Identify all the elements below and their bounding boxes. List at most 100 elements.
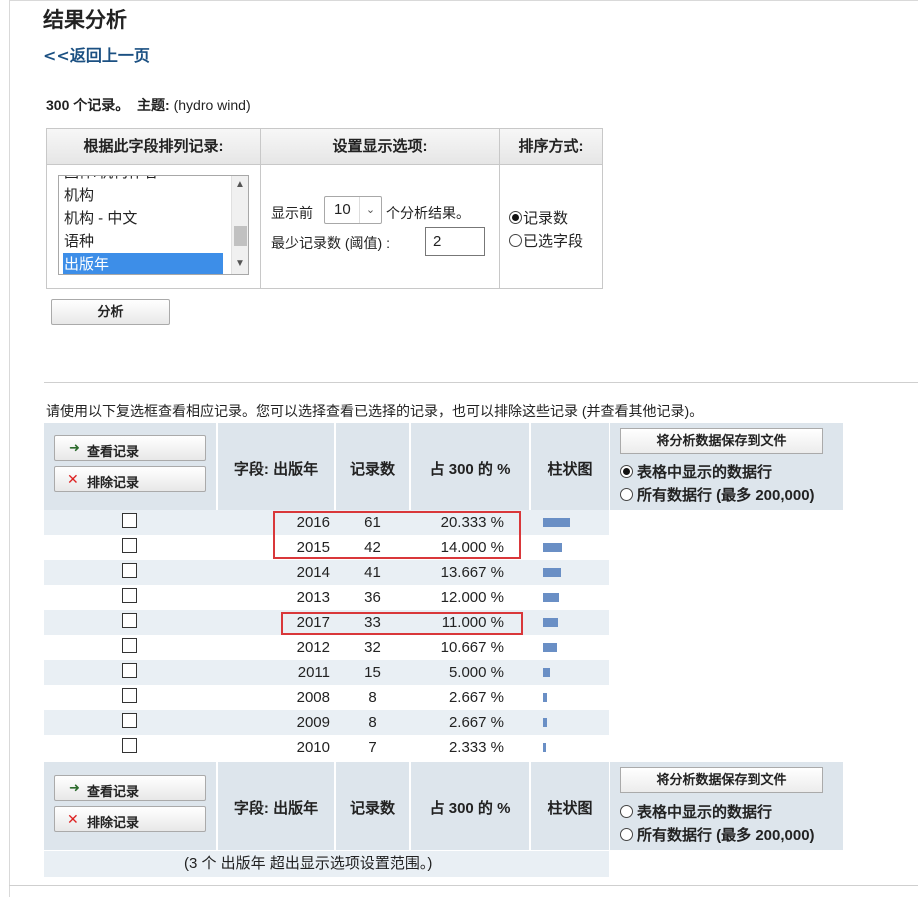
arrow-right-icon: ➜ — [69, 780, 80, 795]
field-option[interactable]: 机构 - 中文 — [63, 207, 223, 230]
bar-mark — [543, 518, 570, 527]
listbox-scrollbar[interactable]: ▲ ▼ — [231, 176, 248, 274]
row-checkbox[interactable] — [122, 563, 137, 578]
topic-label: 主题: — [137, 97, 170, 113]
view-records-label: 查看记录 — [87, 784, 140, 799]
rank-field-header: 根据此字段排列记录: — [47, 129, 260, 165]
exclude-records-label: 排除记录 — [87, 475, 140, 490]
table-row: 2008 8 2.667 % — [44, 685, 609, 710]
percent-cell: 2.667 % — [448, 714, 504, 731]
radio-icon[interactable] — [509, 234, 522, 247]
exclude-records-button[interactable]: ✕ 排除记录 — [54, 466, 206, 492]
field-option-selected[interactable]: 出版年 — [63, 253, 223, 274]
bottom-border — [9, 885, 918, 886]
close-icon: ✕ — [67, 471, 79, 487]
count-column-header: 记录数 — [349, 461, 395, 478]
exclude-records-button[interactable]: ✕ 排除记录 — [54, 806, 206, 832]
save-all-rows-option[interactable]: 所有数据行 (最多 200,000) — [620, 824, 815, 845]
year-cell: 2008 — [296, 689, 330, 706]
sort-by-field-label: 已选字段 — [523, 233, 584, 250]
bar-mark — [543, 618, 558, 627]
sort-by-count-option[interactable]: 记录数 — [509, 207, 568, 228]
save-all-rows-option[interactable]: 所有数据行 (最多 200,000) — [620, 484, 815, 505]
row-checkbox[interactable] — [122, 688, 137, 703]
back-link[interactable]: <<返回上一页 — [43, 42, 150, 66]
year-cell: 2014 — [296, 564, 330, 581]
count-cell: 41 — [364, 564, 381, 581]
scroll-down-icon[interactable]: ▼ — [235, 258, 245, 269]
result-summary: 300 个记录。 主题: (hydro wind) — [46, 95, 251, 115]
table-row: 2009 8 2.667 % — [44, 710, 609, 735]
save-all-rows-label: 所有数据行 (最多 200,000) — [637, 487, 815, 504]
percent-cell: 10.667 % — [440, 639, 504, 656]
scroll-thumb[interactable] — [234, 226, 247, 246]
radio-icon[interactable] — [620, 805, 633, 818]
divider — [499, 129, 500, 288]
left-border — [9, 0, 10, 897]
row-checkbox[interactable] — [122, 663, 137, 678]
percent-cell: 5.000 % — [448, 664, 504, 681]
min-records-label: 最少记录数 (阈值) : — [271, 235, 390, 251]
scroll-up-icon[interactable]: ▲ — [235, 179, 245, 190]
table-row: 2010 7 2.333 % — [44, 735, 609, 760]
analyze-button[interactable]: 分析 — [51, 299, 170, 325]
percent-cell: 13.667 % — [440, 564, 504, 581]
instruction-note: 请使用以下复选框查看相应记录。您可以选择查看已选择的记录，也可以排除这些记录 (… — [46, 403, 704, 419]
table-row: 2013 36 12.000 % — [44, 585, 609, 610]
out-of-range-note: (3 个 出版年 超出显示选项设置范围。) — [184, 855, 433, 872]
percent-cell: 12.000 % — [440, 589, 504, 606]
field-option[interactable]: 语种 — [63, 230, 223, 253]
save-shown-rows-option[interactable]: 表格中显示的数据行 — [620, 801, 772, 822]
save-to-file-button[interactable]: 将分析数据保存到文件 — [620, 428, 823, 454]
display-options-header: 设置显示选项: — [261, 129, 499, 165]
row-checkbox[interactable] — [122, 538, 137, 553]
row-checkbox[interactable] — [122, 738, 137, 753]
count-cell: 8 — [368, 689, 377, 706]
show-count-select[interactable]: 10 ⌄ — [324, 196, 382, 224]
view-records-button[interactable]: ➜ 查看记录 — [54, 775, 206, 801]
percent-cell: 2.333 % — [448, 739, 504, 756]
save-shown-rows-label: 表格中显示的数据行 — [637, 464, 773, 481]
divider — [260, 129, 261, 288]
bar-mark — [543, 743, 546, 752]
save-to-file-button[interactable]: 将分析数据保存到文件 — [620, 767, 823, 793]
arrow-right-icon: ➜ — [69, 440, 80, 455]
table-row: 2014 41 13.667 % — [44, 560, 609, 585]
min-records-input[interactable]: 2 — [425, 227, 485, 256]
row-checkbox[interactable] — [122, 638, 137, 653]
highlight-box — [273, 511, 521, 559]
table-row: 2012 32 10.667 % — [44, 635, 609, 660]
percent-column-header: 占 300 的 % — [429, 800, 511, 817]
table-row: 2011 15 5.000 % — [44, 660, 609, 685]
row-checkbox[interactable] — [122, 513, 137, 528]
field-option[interactable]: 机构 — [63, 184, 223, 207]
field-listbox[interactable]: 团体/机构作者 机构 机构 - 中文 语种 出版年 ▲ ▼ — [58, 175, 249, 275]
percent-column-header: 占 300 的 % — [429, 461, 511, 478]
radio-icon[interactable] — [620, 828, 633, 841]
count-cell: 8 — [368, 714, 377, 731]
count-cell: 32 — [364, 639, 381, 656]
row-checkbox[interactable] — [122, 613, 137, 628]
year-cell: 2009 — [296, 714, 330, 731]
save-shown-rows-option[interactable]: 表格中显示的数据行 — [620, 461, 772, 482]
radio-selected-icon[interactable] — [620, 465, 633, 478]
field-option[interactable]: 团体/机构作者 — [63, 176, 223, 184]
view-records-button[interactable]: ➜ 查看记录 — [54, 435, 206, 461]
sort-by-header: 排序方式: — [500, 129, 602, 165]
radio-selected-icon[interactable] — [509, 211, 522, 224]
field-column-header: 字段: 出版年 — [233, 461, 319, 478]
row-checkbox[interactable] — [122, 713, 137, 728]
save-shown-rows-label: 表格中显示的数据行 — [637, 804, 773, 821]
top-border — [9, 0, 918, 1]
sort-by-field-option[interactable]: 已选字段 — [509, 230, 583, 251]
bar-mark — [543, 668, 550, 677]
year-cell: 2013 — [296, 589, 330, 606]
year-cell: 2011 — [297, 664, 330, 681]
bar-mark — [543, 593, 559, 602]
count-cell: 15 — [364, 664, 381, 681]
row-checkbox[interactable] — [122, 588, 137, 603]
bar-column-header: 柱状图 — [547, 461, 593, 478]
count-column-header: 记录数 — [349, 800, 395, 817]
radio-icon[interactable] — [620, 488, 633, 501]
bar-mark — [543, 568, 561, 577]
